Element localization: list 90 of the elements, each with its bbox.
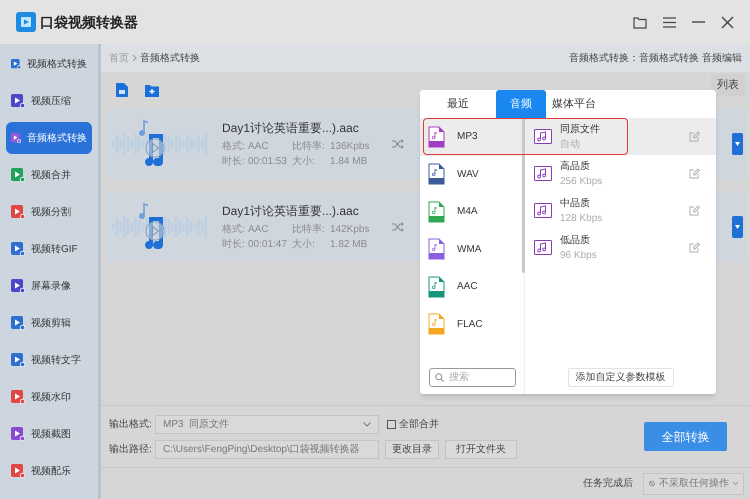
merge-label: 全部合并	[399, 418, 439, 432]
meta-value: 1.82 MB	[330, 238, 368, 252]
sidebar-item[interactable]: 视频剪辑	[6, 307, 92, 339]
caret-icon	[735, 225, 740, 229]
sidebar-item[interactable]: 视频配乐	[6, 455, 92, 487]
format-item[interactable]: WAV	[420, 156, 524, 193]
preset-item[interactable]: 低品质 96 Kbps	[525, 229, 716, 266]
open-folder-button[interactable]: 打开文件夹	[445, 440, 517, 458]
meta-label: 时长:	[222, 154, 246, 168]
preset-title: 同原文件	[560, 122, 600, 136]
meta-label: 格式:	[222, 222, 246, 236]
format-item[interactable]: AAC	[420, 268, 524, 306]
chevron-down-icon	[363, 422, 371, 426]
preset-title: 中品质	[560, 196, 591, 210]
category-tab[interactable]: 媒体平台	[546, 90, 602, 118]
search-field[interactable]: 搜索	[429, 368, 516, 387]
music-note-icon	[534, 129, 552, 144]
clear-list-button[interactable]: 列表	[711, 74, 745, 96]
edit-icon[interactable]	[689, 205, 700, 216]
add-folder-icon[interactable]	[145, 84, 159, 96]
meta-label: 时长:	[222, 238, 246, 252]
sidebar-item[interactable]: 视频格式转换	[6, 48, 92, 80]
close-icon[interactable]	[721, 16, 734, 28]
meta-label: 大小:	[292, 154, 316, 168]
add-file-icon[interactable]	[116, 83, 128, 97]
sidebar-item[interactable]: 视频水印	[6, 381, 92, 413]
preset-subtitle: 128 Kbps	[560, 212, 602, 226]
meta-value: AAC	[248, 140, 270, 154]
category-tab[interactable]: 音频	[496, 90, 546, 118]
preset-subtitle: 自动	[560, 138, 581, 152]
edit-icon[interactable]	[689, 242, 700, 253]
meta-value: AAC	[248, 222, 270, 236]
preset-subtitle: 256 Kbps	[560, 174, 602, 188]
format-item[interactable]: M4A	[420, 193, 524, 230]
meta-label: 格式:	[222, 140, 246, 154]
sidebar-item[interactable]: 视频分割	[6, 196, 92, 228]
breadcrumb-current: 音频格式转换	[140, 52, 200, 66]
preset-title: 低品质	[560, 234, 591, 248]
sidebar-item[interactable]: 视频截图	[6, 418, 92, 450]
folder-icon[interactable]	[633, 16, 647, 28]
after-task-label: 任务完成后	[583, 476, 633, 491]
meta-label: 比特率:	[292, 140, 326, 154]
meta-label: 大小:	[292, 238, 316, 252]
chevron-down-icon	[732, 481, 738, 486]
preset-item[interactable]: 中品质 128 Kbps	[525, 192, 716, 229]
ban-icon	[649, 479, 655, 488]
app-logo-icon	[16, 12, 36, 32]
meta-value: 00:01:47	[248, 238, 288, 252]
change-directory-button[interactable]: 更改目录	[385, 440, 439, 458]
format-item[interactable]: MP3	[420, 118, 524, 156]
meta-label: 比特率:	[292, 222, 326, 236]
meta-value: 00:01:53	[248, 154, 288, 168]
output-path-label: 输出路径:	[109, 442, 149, 456]
chevron-right-icon	[132, 54, 137, 62]
minimize-icon[interactable]	[692, 21, 705, 23]
format-item[interactable]: WMA	[420, 230, 524, 268]
search-icon	[435, 373, 444, 382]
music-note-icon	[534, 166, 552, 181]
sidebar-item[interactable]: 视频转文字	[6, 344, 92, 376]
caret-icon	[735, 142, 740, 146]
preset-title: 高品质	[560, 160, 591, 174]
edit-icon[interactable]	[689, 168, 700, 179]
music-note-icon	[534, 203, 552, 218]
shuffle-icon[interactable]	[392, 138, 404, 148]
sidebar-item[interactable]: 音频格式转换	[6, 122, 92, 154]
meta-value: 1.84 MB	[330, 154, 368, 168]
meta-value: 136Kpbs	[330, 140, 370, 154]
meta-value: 142Kpbs	[330, 222, 370, 236]
category-tab[interactable]: 最近	[420, 90, 496, 118]
music-note-icon	[534, 240, 552, 255]
file-name: Day1讨论英语重要...).aac	[222, 120, 360, 136]
menu-icon[interactable]	[663, 16, 676, 28]
merge-checkbox[interactable]	[387, 420, 396, 428]
app-title: 口袋视频转换器	[40, 12, 138, 32]
add-template-button[interactable]: 添加自定义参数模板	[568, 368, 674, 387]
preset-item[interactable]: 高品质 256 Kbps	[525, 155, 716, 192]
breadcrumb-info: 音频格式转换：音频格式转换 音频编辑	[569, 52, 742, 66]
preset-subtitle: 96 Kbps	[560, 248, 597, 262]
sidebar-item[interactable]: 视频转GIF	[6, 233, 92, 265]
dropdown-button[interactable]	[732, 216, 743, 238]
file-name: Day1讨论英语重要...).aac	[222, 202, 360, 220]
sidebar-item[interactable]: 屏幕录像	[6, 270, 92, 302]
shuffle-icon[interactable]	[392, 222, 404, 232]
sidebar-item[interactable]: 视频压缩	[6, 85, 92, 117]
dropdown-button[interactable]	[732, 133, 743, 155]
output-format-label: 输出格式:	[109, 418, 149, 432]
scrollbar-thumb[interactable]	[522, 118, 525, 273]
sidebar-item[interactable]: 视频合并	[6, 159, 92, 191]
format-item[interactable]: FLAC	[420, 306, 524, 343]
preset-item[interactable]: 同原文件 自动	[525, 118, 716, 155]
